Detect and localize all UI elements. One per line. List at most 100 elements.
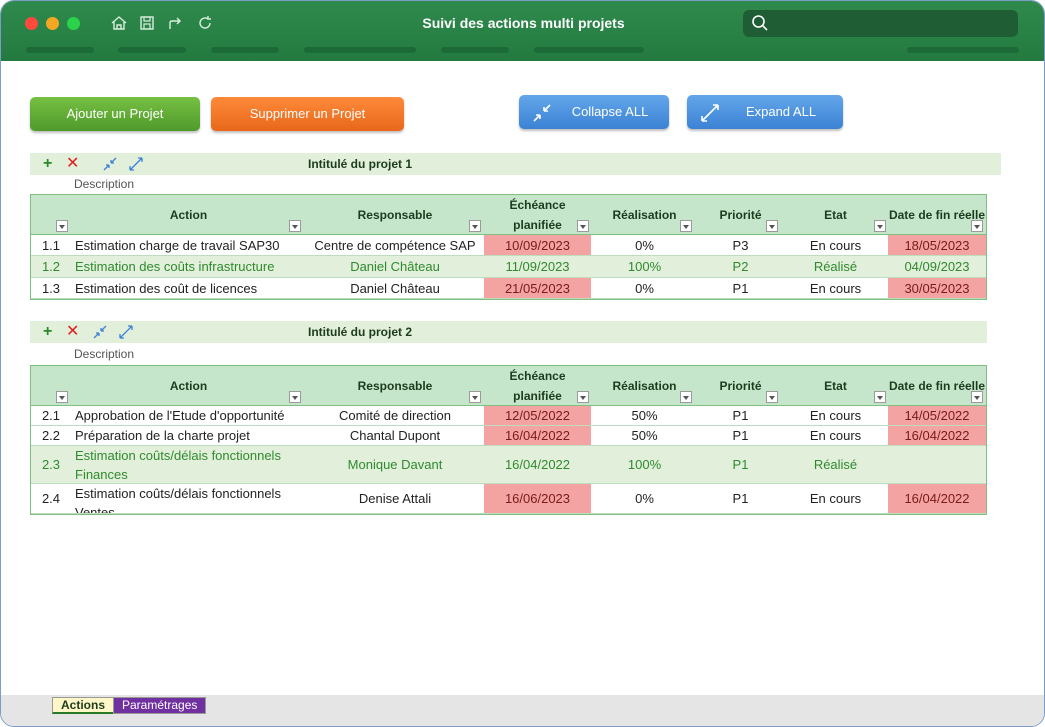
filter-dropdown-button[interactable] [469,220,481,232]
cell-resp[interactable]: Centre de compétence SAP [306,235,484,255]
filter-dropdown-button[interactable] [766,220,778,232]
add-project-button[interactable]: Ajouter un Projet [30,97,200,131]
filter-dropdown-button[interactable] [680,220,692,232]
table-row[interactable]: 1.1 Estimation charge de travail SAP30 Cen… [31,235,986,256]
delete-action-icon[interactable]: ✕ [66,322,79,342]
cell-prio[interactable]: P1 [698,446,783,483]
filter-dropdown-button[interactable] [289,220,301,232]
column-header: Etat [824,379,847,393]
sheet-tab-actions[interactable]: Actions [52,697,115,714]
filter-dropdown-button[interactable] [56,391,68,403]
add-action-icon[interactable]: + [43,322,52,342]
remove-project-button[interactable]: Supprimer un Projet [211,97,404,131]
sheet-tab-parametrages[interactable]: Paramétrages [113,697,207,714]
cell-resp[interactable]: Chantal Dupont [306,426,484,445]
actions-table: Action Responsable Échéance planifiée Réali… [30,194,987,300]
filter-dropdown-button[interactable] [971,220,983,232]
project-description[interactable]: Description [74,177,134,191]
filter-dropdown-button[interactable] [289,391,301,403]
cell-prio[interactable]: P1 [698,406,783,425]
cell-action[interactable]: Estimation coûts/délais fonctionnels Ven… [75,484,306,513]
cell-end[interactable]: 30/05/2023 [888,278,986,298]
collapse-icon[interactable] [92,324,108,340]
cell-state[interactable]: En cours [783,406,888,425]
column-header: Échéance planifiée [509,198,566,232]
collapse-icon[interactable] [102,156,118,172]
cell-action[interactable]: Estimation coûts/délais fonctionnels Fin… [75,446,306,483]
cell-prio[interactable]: P2 [698,256,783,277]
expand-icon[interactable] [118,324,134,340]
filter-dropdown-button[interactable] [56,220,68,232]
project-title: Intitulé du projet 1 [308,157,412,171]
cell-due[interactable]: 10/09/2023 [484,235,591,255]
cell-state[interactable]: En cours [783,484,888,513]
filter-dropdown-button[interactable] [874,220,886,232]
expand-all-button[interactable]: Expand ALL [687,95,843,129]
ribbon-placeholder [118,47,186,53]
cell-due[interactable]: 21/05/2023 [484,278,591,298]
ribbon-placeholder [441,47,509,53]
cell-done[interactable]: 50% [591,426,698,445]
cell-done[interactable]: 50% [591,406,698,425]
cell-done[interactable]: 0% [591,484,698,513]
filter-dropdown-button[interactable] [469,391,481,403]
actions-table: Action Responsable Échéance planifiée Réali… [30,365,987,515]
cell-prio[interactable]: P1 [698,426,783,445]
cell-state[interactable]: Réalisé [783,446,888,483]
table-row[interactable]: 1.2 Estimation des coûts infrastructure Da… [31,256,986,278]
cell-end[interactable] [888,446,986,483]
cell-action[interactable]: Estimation des coût de licences [75,278,306,298]
project-header: + ✕ Intitulé du projet 1 [30,153,1001,175]
cell-state[interactable]: Réalisé [783,256,888,277]
project-description[interactable]: Description [74,347,134,361]
cell-resp[interactable]: Comité de direction [306,406,484,425]
cell-action[interactable]: Approbation de l'Etude d'opportunité [75,406,306,425]
cell-resp[interactable]: Daniel Château [306,256,484,277]
cell-done[interactable]: 100% [591,256,698,277]
filter-dropdown-button[interactable] [577,391,589,403]
cell-action[interactable]: Préparation de la charte projet [75,426,306,445]
delete-action-icon[interactable]: ✕ [66,154,79,174]
cell-end[interactable]: 16/04/2022 [888,484,986,513]
filter-dropdown-button[interactable] [766,391,778,403]
cell-state[interactable]: En cours [783,278,888,298]
cell-done[interactable]: 0% [591,235,698,255]
table-row[interactable]: 2.2 Préparation de la charte projet Chanta… [31,426,986,446]
cell-prio[interactable]: P3 [698,235,783,255]
cell-resp[interactable]: Monique Davant [306,446,484,483]
search-icon [752,15,768,31]
cell-end[interactable]: 18/05/2023 [888,235,986,255]
expand-icon[interactable] [128,156,144,172]
cell-end[interactable]: 04/09/2023 [888,256,986,277]
cell-action[interactable]: Estimation charge de travail SAP30 [75,235,306,255]
cell-end[interactable]: 16/04/2022 [888,426,986,445]
table-row[interactable]: 2.1 Approbation de l'Etude d'opportunité C… [31,406,986,426]
cell-due[interactable]: 11/09/2023 [484,256,591,277]
cell-due[interactable]: 12/05/2022 [484,406,591,425]
filter-dropdown-button[interactable] [874,391,886,403]
table-row[interactable]: 2.3 Estimation coûts/délais fonctionnels … [31,446,986,484]
collapse-all-button[interactable]: Collapse ALL [519,95,669,129]
add-action-icon[interactable]: + [43,154,52,174]
cell-resp[interactable]: Daniel Château [306,278,484,298]
cell-due[interactable]: 16/06/2023 [484,484,591,513]
cell-prio[interactable]: P1 [698,484,783,513]
filter-dropdown-button[interactable] [577,220,589,232]
filter-dropdown-button[interactable] [971,391,983,403]
column-header: Responsable [357,379,433,393]
cell-state[interactable]: En cours [783,235,888,255]
cell-due[interactable]: 16/04/2022 [484,446,591,483]
cell-resp[interactable]: Denise Attali [306,484,484,513]
table-row[interactable]: 2.4 Estimation coûts/délais fonctionnels … [31,484,986,514]
row-number: 1.1 [41,237,61,253]
cell-done[interactable]: 0% [591,278,698,298]
cell-action[interactable]: Estimation des coûts infrastructure [75,256,306,277]
cell-due[interactable]: 16/04/2022 [484,426,591,445]
table-row[interactable]: 1.3 Estimation des coût de licences Daniel… [31,278,986,299]
cell-end[interactable]: 14/05/2022 [888,406,986,425]
cell-prio[interactable]: P1 [698,278,783,298]
search-box[interactable] [743,10,1018,37]
filter-dropdown-button[interactable] [680,391,692,403]
cell-state[interactable]: En cours [783,426,888,445]
cell-done[interactable]: 100% [591,446,698,483]
